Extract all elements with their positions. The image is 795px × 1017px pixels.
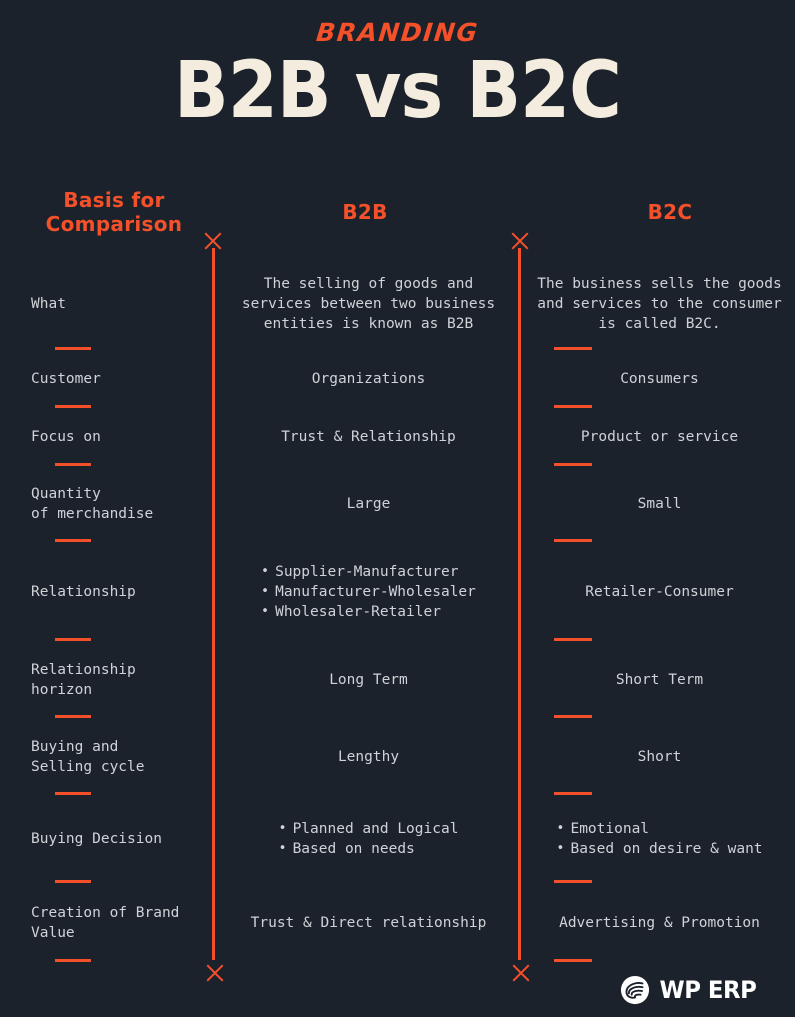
x-mark-icon xyxy=(202,230,224,252)
list-item: Emotional xyxy=(556,819,762,839)
infographic-page: BRANDING B2B vs B2C Basis for Comparison… xyxy=(0,0,795,1017)
b2b-cell: Long Term xyxy=(212,641,592,718)
basis-cell: Buying and Selling cycle xyxy=(0,718,212,795)
list-item: Supplier-Manufacturer xyxy=(261,562,476,582)
column-header-basis-line1: Basis for xyxy=(63,188,165,212)
b2c-value: EmotionalBased on desire & want xyxy=(534,819,785,859)
b2b-value: Lengthy xyxy=(337,748,400,765)
column-header-basis-line2: Comparison xyxy=(45,212,183,236)
basis-cell: Quantity of merchandise xyxy=(0,466,212,542)
basis-value: Creation of Brand Value xyxy=(31,904,180,941)
column-header-b2c: B2C xyxy=(647,200,693,224)
table-row: Relationship horizon Long Term Short Term xyxy=(0,641,795,718)
basis-cell: What xyxy=(0,258,212,350)
basis-cell: Customer xyxy=(0,350,212,408)
table-row: What The selling of goods and services be… xyxy=(0,258,795,350)
b2c-cell: Short xyxy=(518,718,795,795)
b2c-cell: Advertising & Promotion xyxy=(518,883,795,962)
b2b-cell: Lengthy xyxy=(212,718,592,795)
wperp-logo-text: WP ERP xyxy=(659,976,757,1004)
b2b-cell: Planned and LogicalBased on needs xyxy=(212,795,592,883)
table-row: Quantity of merchandise Large Small xyxy=(0,466,795,542)
wperp-logo: WP ERP xyxy=(620,975,759,1005)
table-row: Buying DecisionPlanned and LogicalBased … xyxy=(0,795,795,883)
wperp-circle-icon xyxy=(620,975,650,1005)
b2b-bullets: Planned and LogicalBased on needs xyxy=(279,819,459,859)
x-mark-icon xyxy=(509,230,531,252)
basis-cell: Creation of Brand Value xyxy=(0,883,212,962)
b2c-value: Short xyxy=(637,748,682,765)
b2c-value: Short Term xyxy=(615,671,704,688)
list-item: Based on desire & want xyxy=(556,839,762,859)
b2c-cell: The business sells the goods and service… xyxy=(518,258,795,350)
x-mark-icon xyxy=(204,962,226,984)
b2c-cell: Small xyxy=(518,466,795,542)
b2c-value: The business sells the goods and service… xyxy=(537,276,782,332)
b2b-value: Planned and LogicalBased on needs xyxy=(237,819,500,859)
basis-value: Buying Decision xyxy=(31,831,162,847)
b2c-cell: Retailer-Consumer xyxy=(518,542,795,641)
b2b-value: Supplier-ManufacturerManufacturer-Wholes… xyxy=(237,562,500,622)
b2b-bullet-list: Planned and LogicalBased on needs xyxy=(237,819,500,859)
list-item: Based on needs xyxy=(279,839,459,859)
row-separator xyxy=(55,959,91,962)
kicker-label: BRANDING xyxy=(314,18,481,47)
b2c-bullet-list: EmotionalBased on desire & want xyxy=(534,819,785,859)
column-header-basis: Basis for Comparison xyxy=(24,188,204,236)
list-item: Manufacturer-Wholesaler xyxy=(261,582,476,602)
b2b-bullets: Supplier-ManufacturerManufacturer-Wholes… xyxy=(261,562,476,622)
x-mark-icon xyxy=(510,962,532,984)
header: BRANDING B2B vs B2C xyxy=(0,0,795,165)
basis-value: Buying and Selling cycle xyxy=(31,738,145,775)
basis-value: Customer xyxy=(31,371,101,387)
b2b-bullet-list: Supplier-ManufacturerManufacturer-Wholes… xyxy=(237,562,500,622)
b2c-cell: Product or service xyxy=(518,408,795,466)
page-title: B2B vs B2C xyxy=(174,46,622,136)
b2c-value: Consumers xyxy=(620,371,699,387)
b2b-value: Trust & Direct relationship xyxy=(250,914,487,931)
column-header-b2b: B2B xyxy=(342,200,388,224)
b2c-cell: Consumers xyxy=(518,350,795,408)
b2b-value: The selling of goods and services betwee… xyxy=(241,276,496,332)
table-row: Focus on Trust & Relationship Product or s… xyxy=(0,408,795,466)
b2c-value: Advertising & Promotion xyxy=(559,914,760,931)
basis-value: Quantity of merchandise xyxy=(31,486,154,522)
b2b-cell: Trust & Relationship xyxy=(212,408,592,466)
b2b-cell: Supplier-ManufacturerManufacturer-Wholes… xyxy=(212,542,592,641)
b2b-cell: Trust & Direct relationship xyxy=(212,883,592,962)
b2c-value: Product or service xyxy=(580,429,739,445)
table-row: Customer Organizations Consumers xyxy=(0,350,795,408)
b2b-value: Organizations xyxy=(311,371,426,387)
b2b-value: Trust & Relationship xyxy=(281,429,456,445)
basis-value: Relationship xyxy=(31,583,136,600)
basis-value: Relationship horizon xyxy=(31,661,136,698)
basis-value: What xyxy=(31,296,66,312)
b2c-bullets: EmotionalBased on desire & want xyxy=(556,819,762,859)
table-row: Relationship Supplier-ManufacturerManufac… xyxy=(0,542,795,641)
comparison-table: What The selling of goods and services be… xyxy=(0,258,795,962)
b2b-cell: Large xyxy=(212,466,592,542)
basis-cell: Relationship xyxy=(0,542,212,641)
basis-cell: Buying Decision xyxy=(0,795,212,883)
b2b-value: Large xyxy=(346,496,391,512)
b2c-value: Retailer-Consumer xyxy=(585,583,734,600)
table-row: Buying and Selling cycle Lengthy Short xyxy=(0,718,795,795)
basis-cell: Relationship horizon xyxy=(0,641,212,718)
table-row: Creation of Brand Value Trust & Direct rel… xyxy=(0,883,795,962)
basis-cell: Focus on xyxy=(0,408,212,466)
list-item: Wholesaler-Retailer xyxy=(261,602,476,622)
b2b-cell: Organizations xyxy=(212,350,592,408)
b2b-value: Long Term xyxy=(329,671,408,688)
list-item: Planned and Logical xyxy=(279,819,459,839)
b2c-cell: EmotionalBased on desire & want xyxy=(518,795,795,883)
b2c-value: Small xyxy=(637,496,682,512)
b2c-cell: Short Term xyxy=(518,641,795,718)
basis-value: Focus on xyxy=(31,429,101,445)
b2b-cell: The selling of goods and services betwee… xyxy=(212,258,592,350)
